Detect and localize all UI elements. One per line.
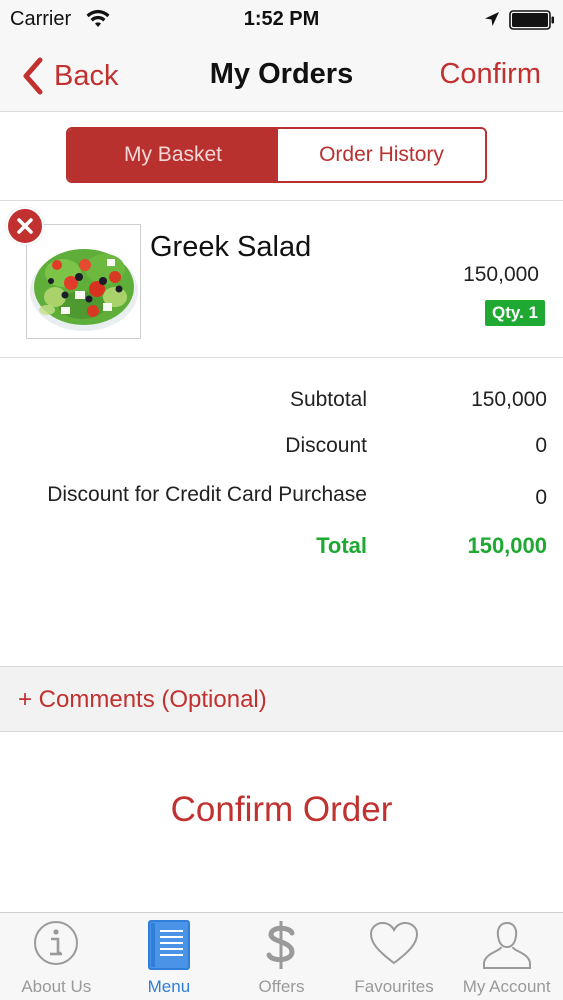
item-name: Greek Salad (150, 231, 312, 263)
subtotal-value: 150,000 (471, 388, 547, 411)
back-label: Back (54, 59, 119, 92)
basket-item[interactable]: Greek Salad 150,000 Qty. 1 (0, 201, 563, 358)
battery-icon (509, 10, 554, 30)
nav-bar: Back My Orders Confirm (0, 40, 563, 112)
orders-segmented-control: My Basket Order History (66, 127, 487, 183)
tab-label-about-us: About Us (21, 977, 92, 996)
user-icon (482, 921, 531, 969)
order-totals: Subtotal 150,000 Discount 0 Discount for… (0, 358, 563, 665)
tab-favourites[interactable]: Favourites (338, 913, 451, 1000)
item-price: 150,000 (463, 263, 539, 286)
tab-offers[interactable]: Offers (225, 913, 338, 1000)
tab-menu[interactable]: Menu (113, 913, 226, 1000)
confirm-order-button[interactable]: Confirm Order (0, 790, 563, 830)
tab-my-account[interactable]: My Account (450, 913, 563, 1000)
discount-label: Discount (285, 434, 367, 457)
greek-salad-image (26, 224, 141, 339)
tab-label-offers: Offers (258, 977, 305, 996)
comments-label: + Comments (Optional) (18, 686, 267, 713)
tab-bar: About Us Menu Offers Favourites My Accou… (0, 912, 563, 1000)
tab-my-basket[interactable]: My Basket (68, 129, 278, 181)
subtotal-label: Subtotal (289, 388, 367, 411)
dollar-icon (266, 921, 295, 969)
tab-label-menu: Menu (147, 977, 191, 996)
tab-about-us[interactable]: About Us (0, 913, 113, 1000)
tab-order-history[interactable]: Order History (278, 129, 485, 181)
discount-value: 0 (535, 434, 547, 457)
info-icon (34, 921, 79, 965)
total-label: Total (316, 533, 367, 558)
cc-discount-value: 0 (535, 486, 547, 509)
cc-discount-label: Discount for Credit Card Purchase (47, 483, 367, 506)
close-icon (17, 218, 33, 234)
comments-toggle[interactable]: + Comments (Optional) (0, 666, 563, 732)
status-time: 1:52 PM (243, 8, 320, 30)
tab-label-my-account: My Account (462, 977, 551, 996)
confirm-button[interactable]: Confirm (439, 58, 541, 91)
status-bar: Carrier 1:52 PM (0, 0, 563, 40)
tab-label-favourites: Favourites (354, 977, 434, 996)
segment-bar: My Basket Order History (0, 113, 563, 201)
chevron-left-icon (23, 57, 43, 95)
menu-book-icon (147, 920, 190, 970)
salad-photo-icon (27, 225, 140, 338)
heart-icon (370, 921, 419, 965)
location-icon (485, 12, 499, 26)
quantity-badge: Qty. 1 (485, 300, 545, 326)
total-value: 150,000 (467, 533, 547, 558)
remove-item-button[interactable] (6, 207, 44, 245)
back-button[interactable]: Back (18, 56, 118, 96)
